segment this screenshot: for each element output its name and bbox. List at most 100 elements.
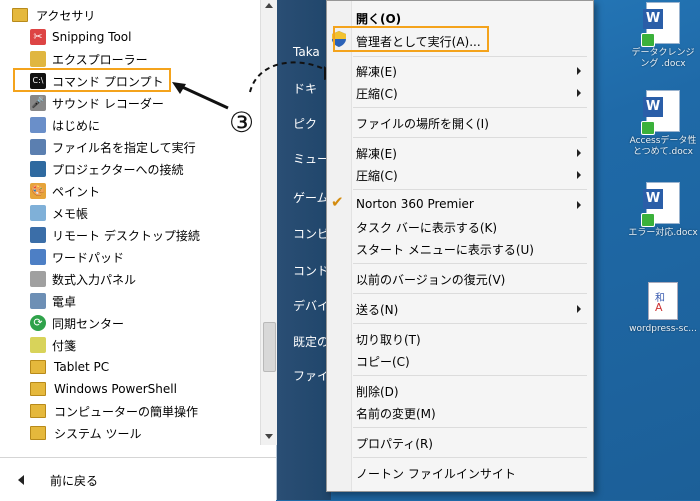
folder-system-tools[interactable]: システム ツール — [30, 422, 141, 444]
menu-properties[interactable]: プロパティ(R) — [356, 435, 433, 452]
explorer-icon — [30, 51, 46, 67]
program-remote-desktop[interactable]: リモート デスクトップ接続 — [30, 224, 200, 246]
program-sticky-notes[interactable]: 付箋 — [30, 334, 76, 356]
menu-norton[interactable]: Norton 360 Premier — [356, 197, 474, 211]
menu-norton-file-insight[interactable]: ノートン ファイルインサイト — [356, 465, 516, 482]
menu-pin-start[interactable]: スタート メニューに表示する(U) — [356, 241, 534, 258]
program-math-input[interactable]: 数式入力パネル — [30, 268, 136, 290]
program-label: エクスプローラー — [52, 52, 148, 67]
menu-compress-2[interactable]: 圧縮(C) — [356, 167, 398, 184]
menu-open-file-location[interactable]: ファイルの場所を開く(I) — [356, 115, 489, 132]
microphone-icon: 🎤 — [30, 95, 46, 111]
start-right-item-default-programs[interactable]: 既定の — [293, 333, 329, 350]
scroll-down-icon[interactable] — [265, 434, 273, 439]
folder-windows-powershell[interactable]: Windows PowerShell — [30, 378, 177, 400]
program-getting-started[interactable]: はじめに — [30, 114, 100, 136]
program-label: ペイント — [52, 184, 101, 199]
program-calculator[interactable]: 電卓 — [30, 290, 76, 312]
word-document-icon: W — [641, 182, 680, 227]
menu-separator — [353, 457, 587, 458]
desktop-icon-label: データクレンジング .docx — [631, 48, 695, 69]
program-snipping-tool[interactable]: ✂ Snipping Tool — [30, 26, 131, 48]
program-notepad[interactable]: メモ帳 — [30, 202, 88, 224]
notepad-icon — [30, 205, 46, 221]
menu-separator — [353, 375, 587, 376]
menu-separator — [353, 427, 587, 428]
menu-extract-1[interactable]: 解凍(E) — [356, 63, 397, 80]
snipping-tool-icon: ✂ — [30, 29, 46, 45]
desktop-icon-paper[interactable]: 和A wordpress-sc... — [628, 282, 698, 335]
start-right-item-control-panel[interactable]: コンド — [293, 262, 329, 279]
program-sync-center[interactable]: ⟳ 同期センター — [30, 312, 124, 334]
menu-separator — [353, 323, 587, 324]
projector-icon — [30, 161, 46, 177]
folder-ease-of-access[interactable]: コンピューターの簡単操作 — [30, 400, 198, 422]
run-as-admin-highlight — [333, 26, 489, 52]
folder-icon — [30, 426, 46, 440]
program-label: サウンド レコーダー — [52, 96, 164, 111]
folder-icon — [30, 360, 46, 374]
start-right-item-devices[interactable]: デバイ — [293, 297, 329, 314]
submenu-arrow-icon — [577, 67, 581, 75]
program-sound-recorder[interactable]: 🎤 サウンド レコーダー — [30, 92, 164, 114]
start-right-item-games[interactable]: ゲーム — [293, 189, 329, 206]
menu-rename[interactable]: 名前の変更(M) — [356, 405, 436, 422]
start-right-item-documents[interactable]: ドキ — [293, 80, 317, 97]
folder-label: コンピューターの簡単操作 — [54, 404, 199, 419]
folder-tablet-pc[interactable]: Tablet PC — [30, 356, 109, 378]
menu-separator — [353, 56, 587, 57]
menu-extract-2[interactable]: 解凍(E) — [356, 145, 397, 162]
menu-separator — [353, 263, 587, 264]
folder-label: Tablet PC — [54, 360, 110, 374]
menu-send-to[interactable]: 送る(N) — [356, 301, 398, 318]
all-programs-list: アクセサリ ✂ Snipping Tool エクスプローラー C:\ コマンド … — [0, 0, 277, 501]
menu-separator — [353, 293, 587, 294]
program-list-scrollbar[interactable] — [260, 0, 277, 445]
program-label: メモ帳 — [52, 206, 89, 221]
back-bar[interactable]: 前に戻る — [0, 457, 276, 501]
start-right-item-computer[interactable]: コンピ — [293, 225, 329, 242]
start-right-item-user[interactable]: Taka — [293, 45, 320, 59]
folder-label: Windows PowerShell — [54, 382, 177, 396]
sticky-notes-icon — [30, 337, 46, 353]
back-label: 前に戻る — [50, 474, 99, 488]
norton-check-icon: ✔ — [331, 193, 344, 211]
program-label: ファイル名を指定して実行 — [52, 140, 196, 155]
program-projector[interactable]: プロジェクターへの接続 — [30, 158, 184, 180]
menu-copy[interactable]: コピー(C) — [356, 353, 410, 370]
context-menu: 開く(O) 管理者として実行(A)... 解凍(E) 圧縮(C) ファイルの場所… — [326, 0, 594, 492]
submenu-arrow-icon — [577, 149, 581, 157]
run-icon — [30, 139, 46, 155]
desktop-icon-word-1[interactable]: W データクレンジング .docx — [628, 2, 698, 70]
menu-cut[interactable]: 切り取り(T) — [356, 331, 421, 348]
text-document-icon: 和A — [648, 282, 678, 320]
program-run[interactable]: ファイル名を指定して実行 — [30, 136, 196, 158]
program-label: はじめに — [52, 118, 101, 133]
desktop-icon-word-2[interactable]: W Accessデータ性 とつめて.docx — [628, 90, 698, 158]
scroll-thumb[interactable] — [263, 322, 276, 372]
desktop-icon-word-3[interactable]: W エラー対応.docx — [628, 182, 698, 239]
sync-center-icon: ⟳ — [30, 315, 46, 331]
back-arrow-icon — [18, 475, 24, 485]
scroll-up-icon[interactable] — [265, 3, 273, 8]
menu-compress-1[interactable]: 圧縮(C) — [356, 85, 398, 102]
start-right-item-music[interactable]: ミュー — [293, 150, 329, 167]
menu-restore-versions[interactable]: 以前のバージョンの復元(V) — [356, 271, 505, 288]
menu-pin-taskbar[interactable]: タスク バーに表示する(K) — [356, 219, 497, 236]
folder-accessories[interactable]: アクセサリ — [12, 4, 95, 26]
menu-open[interactable]: 開く(O) — [356, 10, 401, 27]
program-label: Snipping Tool — [52, 30, 132, 44]
program-explorer[interactable]: エクスプローラー — [30, 48, 148, 70]
desktop-icon-label: エラー対応.docx — [628, 228, 698, 238]
program-paint[interactable]: 🎨 ペイント — [30, 180, 100, 202]
desktop-icon-label: wordpress-sc... — [629, 324, 697, 334]
desktop-icon-label: Accessデータ性 とつめて.docx — [629, 136, 697, 157]
calculator-icon — [30, 293, 46, 309]
menu-delete[interactable]: 削除(D) — [356, 383, 399, 400]
start-right-item-pictures[interactable]: ピク — [293, 115, 317, 132]
program-wordpad[interactable]: ワードパッド — [30, 246, 124, 268]
start-right-item-file[interactable]: ファイ — [293, 367, 329, 384]
remote-desktop-icon — [30, 227, 46, 243]
menu-separator — [353, 189, 587, 190]
paint-icon: 🎨 — [30, 183, 46, 199]
